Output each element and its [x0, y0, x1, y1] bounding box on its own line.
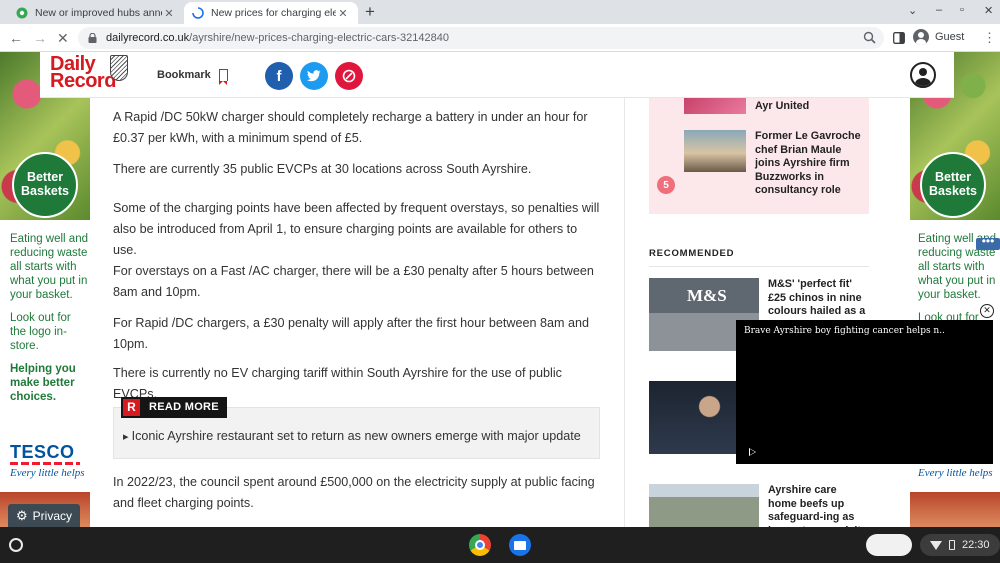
trending-thumbnail[interactable]	[684, 98, 746, 114]
video-title: Brave Ayrshire boy fighting cancer helps…	[744, 326, 944, 336]
site-header: Daily Record Bookmark f	[40, 52, 954, 98]
forward-arrow-icon[interactable]: →	[33, 29, 47, 47]
gear-icon: ⚙	[16, 508, 28, 523]
recommended-thumbnail	[649, 484, 759, 527]
read-more-block: R READ MORE Iconic Ayrshire restaurant s…	[113, 397, 600, 459]
trending-title[interactable]: Former Le Gavroche chef Brian Maule join…	[755, 130, 863, 198]
close-window-button[interactable]: ✕	[984, 4, 993, 17]
close-tab-icon[interactable]: ✕	[336, 7, 350, 20]
article-paragraph: There are currently 35 public EVCPs at 3…	[113, 162, 532, 176]
facebook-share-button[interactable]: f	[265, 62, 293, 90]
files-app-icon[interactable]	[509, 534, 531, 556]
tab-search-icon[interactable]: ⌄	[908, 4, 917, 17]
read-more-label: READ MORE	[149, 401, 219, 413]
recommended-title: M&S' 'perfect fit' £25 chinos in nine co…	[768, 278, 866, 317]
lock-icon	[88, 33, 97, 43]
status-tray[interactable]: 22:30	[920, 534, 1000, 556]
wifi-icon	[930, 540, 942, 550]
back-arrow-icon[interactable]: ←	[9, 29, 23, 47]
daily-record-logo[interactable]: Daily Record	[50, 54, 116, 92]
battery-icon	[949, 540, 955, 550]
ad-line: Look out for the logo in-store.	[10, 312, 71, 352]
ad-bottom-image	[910, 492, 1000, 527]
stop-loading-icon[interactable]: ✕	[57, 29, 69, 47]
ad-badge: Better Baskets	[12, 152, 78, 218]
trending-list: Ayr United 5 Former Le Gavroche chef Bri…	[649, 98, 869, 214]
tab-title: New or improved hubs announc	[35, 7, 162, 19]
tab-strip: New or improved hubs announc ✕ New price…	[0, 0, 1000, 24]
avatar-icon	[913, 29, 929, 45]
tab-title: New prices for charging electric	[211, 7, 336, 19]
video-player[interactable]: Brave Ayrshire boy fighting cancer helps…	[736, 320, 993, 464]
facebook-icon: f	[276, 67, 282, 85]
more-menu-icon[interactable]: ⋮	[983, 29, 996, 47]
ad-tagline: Every little helps	[10, 467, 85, 479]
close-video-button[interactable]: ✕	[980, 304, 994, 318]
ad-badge: Better Baskets	[920, 152, 986, 218]
loading-spinner-icon	[192, 7, 204, 19]
profile-button[interactable]: Guest	[913, 29, 964, 45]
bookmark-label: Bookmark	[157, 69, 211, 81]
article-paragraph: For overstays on a Fast /AC charger, the…	[113, 264, 594, 299]
minimize-button[interactable]: –	[936, 4, 942, 16]
article-paragraph: For Rapid /DC chargers, a £30 penalty wi…	[113, 316, 590, 351]
url-path: /ayrshire/new-prices-charging-electric-c…	[189, 32, 449, 44]
chrome-app-icon[interactable]	[469, 534, 491, 556]
launcher-icon[interactable]	[9, 538, 23, 552]
play-icon[interactable]	[749, 448, 756, 456]
link-icon	[342, 69, 356, 83]
article-paragraph: Some of the charging points have been af…	[113, 201, 600, 257]
tray-thumbnail[interactable]	[866, 534, 912, 556]
new-tab-button[interactable]: +	[365, 2, 375, 22]
read-more-r-icon: R	[123, 399, 140, 416]
browser-toolbar: ← → ✕ dailyrecord.co.uk/ayrshire/new-pri…	[0, 24, 1000, 52]
zoom-icon[interactable]	[863, 31, 876, 44]
read-more-link[interactable]: Iconic Ayrshire restaurant set to return…	[123, 426, 581, 448]
recommended-divider	[649, 266, 869, 267]
side-panel-icon[interactable]	[893, 32, 905, 44]
account-icon[interactable]	[910, 62, 936, 88]
maximize-button[interactable]: ▫	[960, 4, 964, 16]
copy-link-button[interactable]	[335, 62, 363, 90]
close-tab-icon[interactable]: ✕	[162, 7, 176, 20]
article-paragraph: A Rapid /DC 50kW charger should complete…	[113, 110, 588, 145]
ad-tagline: Every little helps	[918, 467, 993, 479]
privacy-button[interactable]: ⚙ Privacy	[8, 504, 80, 527]
article-paragraph: In 2022/23, the council spent around £50…	[113, 475, 595, 510]
privacy-label: Privacy	[32, 509, 72, 523]
site-favicon-icon	[16, 7, 28, 19]
thumbnail-store-sign: M&S	[687, 286, 727, 305]
trending-thumbnail[interactable]	[684, 130, 746, 172]
trending-title[interactable]: Ayr United	[755, 100, 863, 114]
ad-brand-underline	[10, 462, 80, 465]
ad-line: Eating well and reducing waste all start…	[10, 233, 88, 301]
tab-active[interactable]: New prices for charging electric ✕	[184, 2, 358, 24]
twitter-share-button[interactable]	[300, 62, 328, 90]
bookmark-icon	[218, 69, 228, 85]
recommended-heading: RECOMMENDED	[649, 248, 735, 259]
lion-crest-icon	[110, 55, 128, 81]
address-bar[interactable]: dailyrecord.co.uk/ayrshire/new-prices-ch…	[78, 27, 884, 49]
logo-line-2: Record	[50, 70, 116, 92]
ad-line: Helping you make better choices.	[10, 363, 76, 403]
more-options-icon[interactable]: •••	[976, 235, 1000, 250]
left-skin-ad[interactable]: Better Baskets Eating well and reducing …	[0, 52, 90, 527]
clock: 22:30	[962, 539, 990, 551]
read-more-tag: R READ MORE	[121, 397, 227, 418]
recommended-title: Ayrshire care home beefs up safeguard-in…	[768, 484, 861, 527]
page-viewport: Better Baskets Eating well and reducing …	[0, 52, 1000, 527]
url-host: dailyrecord.co.uk	[106, 32, 190, 44]
column-divider	[624, 98, 625, 527]
bookmark-button[interactable]: Bookmark	[157, 69, 228, 85]
twitter-icon	[307, 70, 321, 82]
ad-brand-logo: TESCO	[10, 442, 75, 462]
ad-copy: Eating well and reducing waste all start…	[10, 232, 88, 413]
trending-rank-badge: 5	[657, 176, 675, 194]
os-shelf: 22:30	[0, 527, 1000, 563]
profile-label: Guest	[935, 31, 965, 43]
tab-inactive[interactable]: New or improved hubs announc ✕	[8, 2, 184, 24]
